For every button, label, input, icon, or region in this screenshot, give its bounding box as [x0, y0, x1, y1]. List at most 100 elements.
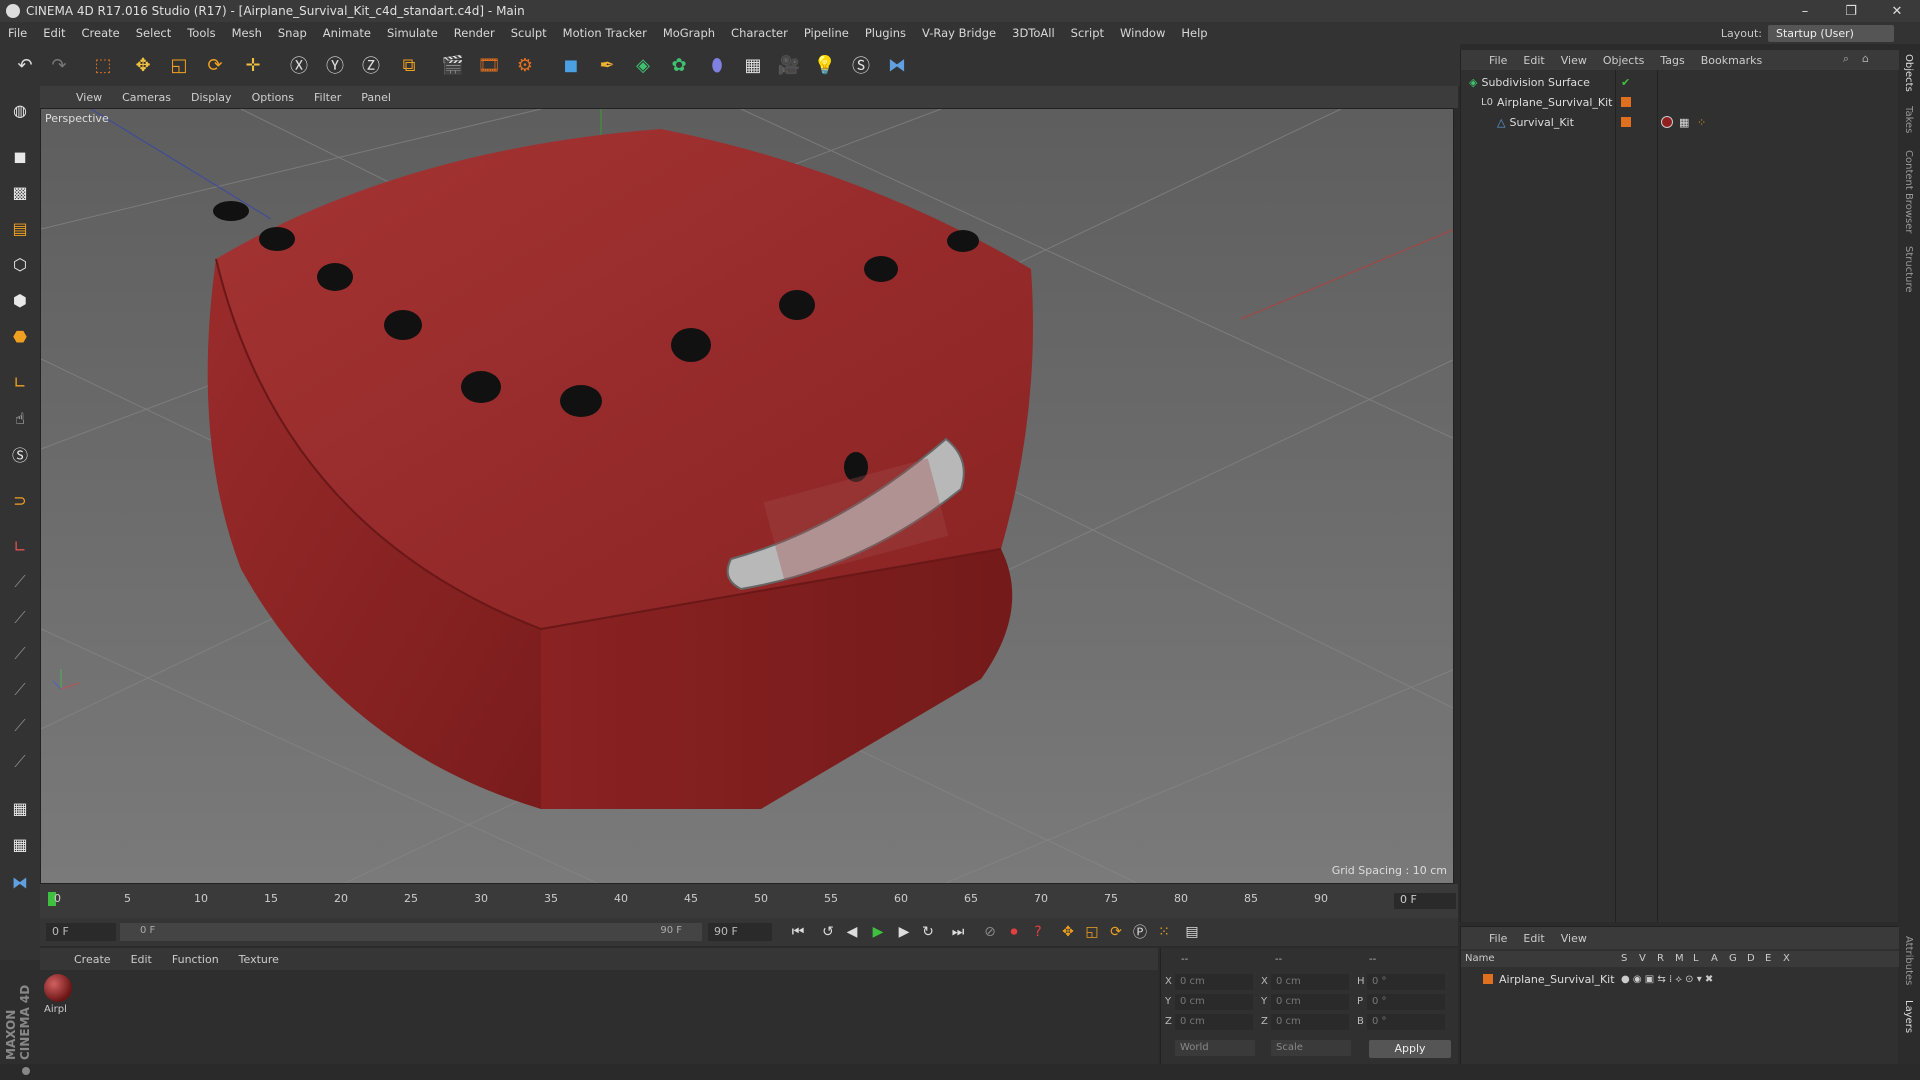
- viewport-menu-filter[interactable]: Filter: [304, 91, 351, 104]
- autokey-icon[interactable]: ⏺: [1002, 921, 1026, 943]
- axis-icon[interactable]: ∟: [4, 366, 36, 398]
- size-x-field[interactable]: 0 cm: [1271, 974, 1349, 990]
- subdivision-icon[interactable]: ◈: [628, 50, 658, 80]
- position-x-field[interactable]: 0 cm: [1175, 974, 1253, 990]
- material-menu-function[interactable]: Function: [162, 953, 229, 966]
- material-menu-texture[interactable]: Texture: [229, 953, 289, 966]
- layer-color-swatch[interactable]: [1621, 117, 1631, 127]
- rotation-p-field[interactable]: 0 °: [1367, 994, 1445, 1010]
- menu-motion-tracker[interactable]: Motion Tracker: [555, 26, 655, 40]
- y-axis-icon[interactable]: Ⓨ: [320, 50, 350, 80]
- tab-objects[interactable]: Objects: [1903, 54, 1914, 92]
- texture-mode-icon[interactable]: ▩: [4, 176, 36, 208]
- rotation-b-field[interactable]: 0 °: [1367, 1014, 1445, 1030]
- visible-check-icon[interactable]: ✔: [1621, 76, 1630, 89]
- layers-menu-view[interactable]: View: [1553, 932, 1595, 945]
- menu-sculpt[interactable]: Sculpt: [503, 26, 555, 40]
- timeline-window-icon[interactable]: ▤: [1180, 921, 1204, 943]
- scale-icon[interactable]: ◱: [164, 50, 194, 80]
- objects-menu-view[interactable]: View: [1553, 54, 1595, 67]
- x-axis-icon[interactable]: Ⓧ: [284, 50, 314, 80]
- restore-button[interactable]: ❐: [1828, 0, 1874, 22]
- polygons-mode-icon[interactable]: ⬣: [4, 320, 36, 352]
- menu-tools[interactable]: Tools: [179, 26, 223, 40]
- model-mode-icon[interactable]: ◼: [4, 140, 36, 172]
- viewport-menu-display[interactable]: Display: [181, 91, 242, 104]
- menu-select[interactable]: Select: [128, 26, 179, 40]
- brush-icon[interactable]: ⟋: [4, 602, 36, 634]
- light-icon[interactable]: 💡: [810, 50, 840, 80]
- points-mode-icon[interactable]: ⬡: [4, 248, 36, 280]
- render-settings-icon[interactable]: ⚙: [510, 50, 540, 80]
- menu-animate[interactable]: Animate: [315, 26, 379, 40]
- next-frame-icon[interactable]: ▶: [892, 921, 916, 943]
- viewport-menu-cameras[interactable]: Cameras: [112, 91, 181, 104]
- sketch-icon[interactable]: Ⓢ: [846, 50, 876, 80]
- planar-workplane-icon[interactable]: ⟋: [4, 566, 36, 598]
- material-thumbnail[interactable]: [44, 974, 72, 1002]
- layer-flags-icons[interactable]: ● ◉ ▣ ⇆ ⁞ ⟡ ⊙ ▾ ✖: [1621, 974, 1713, 985]
- rotate-icon[interactable]: ⟳: [200, 50, 230, 80]
- tab-takes[interactable]: Takes: [1903, 106, 1914, 133]
- z-axis-icon[interactable]: Ⓩ: [356, 50, 386, 80]
- key-parameter-icon[interactable]: Ⓟ: [1128, 921, 1152, 943]
- size-mode-select[interactable]: Scale: [1271, 1040, 1351, 1056]
- menu-simulate[interactable]: Simulate: [379, 26, 446, 40]
- key-pla-icon[interactable]: ⁙: [1152, 921, 1176, 943]
- viewport-menu-options[interactable]: Options: [242, 91, 304, 104]
- python-icon[interactable]: ⧓: [882, 50, 912, 80]
- tab-content-browser[interactable]: Content Browser: [1903, 150, 1914, 233]
- material-menu-create[interactable]: Create: [64, 953, 121, 966]
- objects-menu-file[interactable]: File: [1481, 54, 1515, 67]
- render-picture-viewer-icon[interactable]: 🎞: [474, 50, 504, 80]
- material-tag-icon[interactable]: [1661, 116, 1673, 128]
- layout-select[interactable]: Startup (User): [1768, 24, 1894, 42]
- tab-layers[interactable]: Layers: [1903, 1000, 1914, 1033]
- menu-character[interactable]: Character: [723, 26, 796, 40]
- sculpt-brush-icon[interactable]: ⟋: [4, 638, 36, 670]
- grid-snap-icon[interactable]: ▦: [4, 828, 36, 860]
- key-scale-icon[interactable]: ◱: [1080, 921, 1104, 943]
- object-row-subdivision-surface[interactable]: ◈ Subdivision Surface ✔: [1461, 72, 1899, 92]
- make-editable-icon[interactable]: ◍: [4, 94, 36, 126]
- render-view-icon[interactable]: 🎬: [438, 50, 468, 80]
- smooth-brush-icon[interactable]: ⟋: [4, 710, 36, 742]
- tweak-icon[interactable]: ☝: [4, 402, 36, 434]
- live-select-icon[interactable]: ⬚: [88, 50, 118, 80]
- redo-icon[interactable]: ↷: [44, 50, 74, 80]
- menu-snap[interactable]: Snap: [270, 26, 315, 40]
- phong-tag-icon[interactable]: ⁘: [1697, 116, 1706, 129]
- position-y-field[interactable]: 0 cm: [1175, 994, 1253, 1010]
- layer-row[interactable]: Airplane_Survival_Kit ● ◉ ▣ ⇆ ⁞ ⟡ ⊙ ▾ ✖: [1461, 969, 1899, 989]
- mograph-cloner-icon[interactable]: ✿: [664, 50, 694, 80]
- spline-pen-icon[interactable]: ✒: [592, 50, 622, 80]
- material-menu-edit[interactable]: Edit: [121, 953, 162, 966]
- locked-workplane-icon[interactable]: ∟: [4, 530, 36, 562]
- menu-mograph[interactable]: MoGraph: [655, 26, 723, 40]
- camera-icon[interactable]: 🎥: [774, 50, 804, 80]
- range-slider[interactable]: 0 F 90 F: [120, 923, 702, 941]
- current-frame-field[interactable]: 0 F: [1394, 893, 1456, 909]
- menu-pipeline[interactable]: Pipeline: [796, 26, 857, 40]
- cube-icon[interactable]: ◼: [556, 50, 586, 80]
- key-rotation-icon[interactable]: ⟳: [1104, 921, 1128, 943]
- menu-create[interactable]: Create: [74, 26, 128, 40]
- next-key-icon[interactable]: ↻: [916, 921, 940, 943]
- transform-icon[interactable]: ✛: [238, 50, 268, 80]
- tab-attributes[interactable]: Attributes: [1903, 936, 1914, 985]
- go-to-start-icon[interactable]: ⏮: [786, 921, 810, 943]
- play-icon[interactable]: ▶: [866, 921, 890, 943]
- object-row-survival-kit[interactable]: △ Survival_Kit ▦ ⁘: [1461, 112, 1899, 132]
- menu-plugins[interactable]: Plugins: [857, 26, 914, 40]
- objects-menu-edit[interactable]: Edit: [1515, 54, 1552, 67]
- coordinate-system-icon[interactable]: ⧉: [394, 50, 424, 80]
- objects-menu-objects[interactable]: Objects: [1595, 54, 1653, 67]
- menu-vray-bridge[interactable]: V-Ray Bridge: [914, 26, 1004, 40]
- uvw-tag-icon[interactable]: ▦: [1679, 116, 1689, 129]
- previous-frame-icon[interactable]: ◀: [840, 921, 864, 943]
- tab-structure[interactable]: Structure: [1903, 246, 1914, 293]
- menu-window[interactable]: Window: [1112, 26, 1173, 40]
- apply-button[interactable]: Apply: [1369, 1040, 1451, 1058]
- objects-menu-bookmarks[interactable]: Bookmarks: [1693, 54, 1770, 67]
- search-icon[interactable]: ⌕: [1843, 52, 1849, 66]
